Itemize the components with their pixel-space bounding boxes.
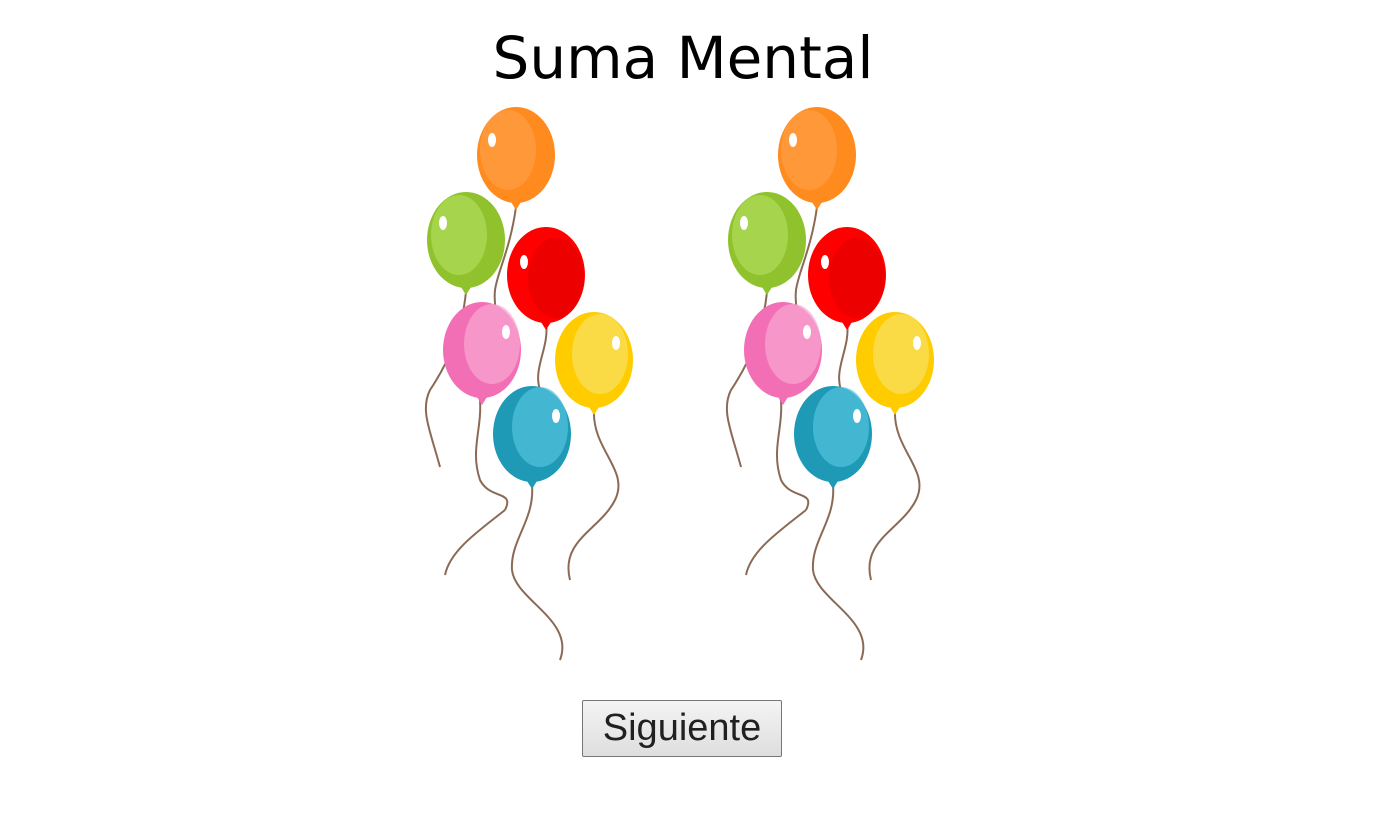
balloon-orange-left xyxy=(477,107,555,210)
balloon-blue-left xyxy=(493,386,571,489)
page-title: Suma Mental xyxy=(492,24,874,92)
balloon-red-left xyxy=(507,227,585,330)
balloon-green-right xyxy=(728,192,806,295)
balloon-green-left xyxy=(427,192,505,295)
balloon-orange-right xyxy=(778,107,856,210)
balloon-yellow-left xyxy=(555,312,633,415)
balloon-bunch-left xyxy=(424,107,633,661)
balloon-pink-right xyxy=(744,302,822,405)
balloon-bunch-right xyxy=(725,107,934,661)
balloon-blue-right xyxy=(794,386,872,489)
balloon-red-right xyxy=(808,227,886,330)
balloon-yellow-right xyxy=(856,312,934,415)
page: Suma Mental Siguiente xyxy=(0,0,1378,833)
next-button[interactable]: Siguiente xyxy=(582,700,782,757)
balloon-pink-left xyxy=(443,302,521,405)
